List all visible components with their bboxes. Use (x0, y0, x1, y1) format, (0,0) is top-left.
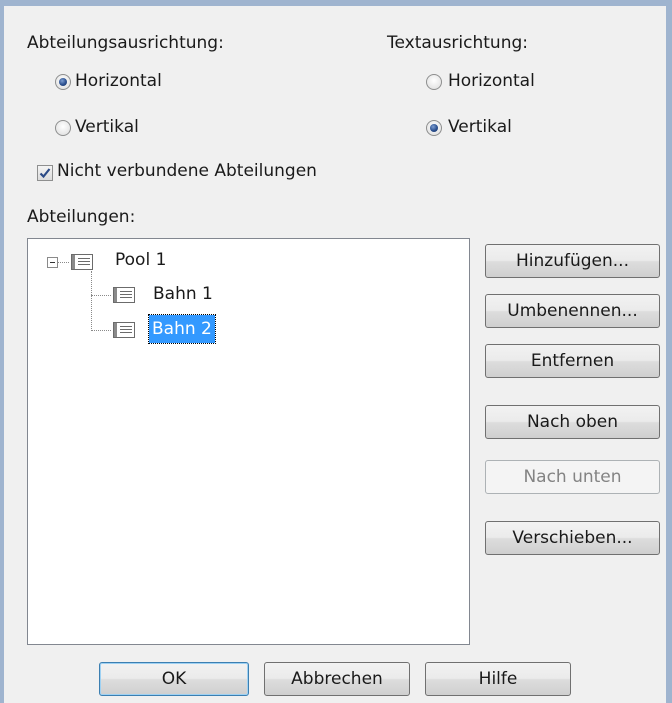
lane-icon (113, 287, 135, 303)
radio-label: Horizontal (448, 71, 535, 91)
radio-button[interactable] (55, 120, 71, 136)
radio-label: Horizontal (75, 71, 162, 91)
tree-connector (91, 330, 111, 331)
text-orientation-label: Textausrichtung: (387, 33, 528, 53)
move-button[interactable]: Verschieben... (485, 521, 660, 555)
tree-connector (58, 262, 69, 263)
lane-icon (113, 322, 135, 338)
window-frame-right (666, 0, 672, 703)
tree-item-pool-1[interactable]: Pool 1 (115, 250, 166, 270)
checkbox-label: Nicht verbundene Abteilungen (57, 161, 317, 181)
move-up-button[interactable]: Nach oben (485, 405, 660, 439)
tree-connector (91, 271, 92, 331)
remove-button[interactable]: Entfernen (485, 344, 660, 378)
dept-orientation-label: Abteilungsausrichtung: (27, 33, 224, 53)
window-frame-left (0, 0, 4, 703)
window-frame-top (0, 0, 672, 6)
radio-label: Vertikal (448, 117, 512, 137)
rename-button[interactable]: Umbenennen... (485, 294, 660, 328)
move-down-button[interactable]: Nach unten (485, 460, 660, 494)
add-button[interactable]: Hinzufügen... (485, 244, 660, 278)
collapse-icon[interactable] (47, 257, 58, 268)
checkbox[interactable] (37, 165, 53, 181)
checkmark-icon (39, 168, 51, 179)
radio-button-checked[interactable] (55, 74, 71, 90)
help-button[interactable]: Hilfe (425, 662, 571, 696)
cancel-button[interactable]: Abbrechen (264, 662, 410, 696)
tree-connector (91, 295, 111, 296)
pool-icon (71, 254, 93, 270)
radio-button[interactable] (426, 74, 442, 90)
radio-button-checked[interactable] (426, 120, 442, 136)
departments-label: Abteilungen: (27, 207, 136, 227)
tree-item-bahn-2[interactable]: Bahn 2 (148, 314, 216, 344)
tree-item-bahn-1[interactable]: Bahn 1 (153, 284, 213, 304)
departments-tree[interactable]: Pool 1 Bahn 1 Bahn 2 (27, 238, 470, 645)
ok-button[interactable]: OK (99, 662, 249, 696)
radio-label: Vertikal (75, 117, 139, 137)
